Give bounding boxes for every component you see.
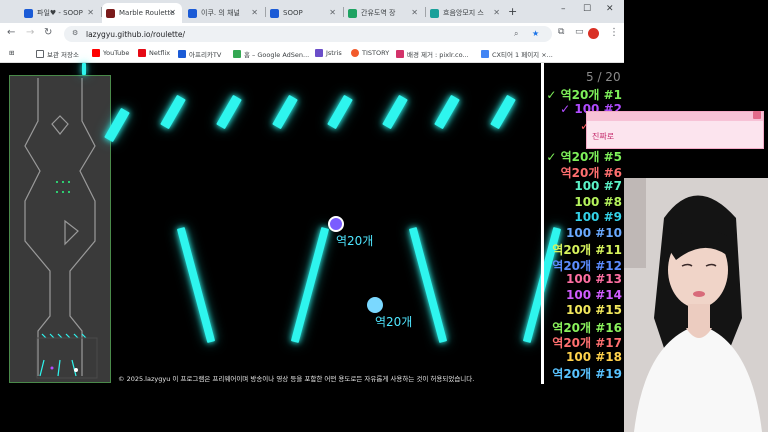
tab-soop-2[interactable]: SOOP ✕ xyxy=(266,3,342,23)
ranking-item: 역20개 #12 xyxy=(552,258,622,273)
reload-icon[interactable]: ↻ xyxy=(44,27,52,38)
tab-label: 이쿠. 의 채널 xyxy=(201,9,240,17)
jstris-icon xyxy=(315,49,323,57)
footer-copyright: © 2025.lazygyu 이 프로그램은 프리웨어이며 방송이나 영상 등을… xyxy=(118,375,475,383)
star-icon[interactable]: ★ xyxy=(532,29,539,38)
marble-label: 역20개 xyxy=(375,315,413,329)
close-icon[interactable]: ✕ xyxy=(87,8,94,17)
chat-overlay: 진짜로 xyxy=(586,111,764,149)
phone-icon xyxy=(430,8,439,18)
ranking-item: 100 #18 xyxy=(566,349,622,364)
maximize-button[interactable]: ☐ xyxy=(583,4,591,14)
ranking-item: 역20개 #16 xyxy=(552,320,622,335)
screen: 파일♥ - SOOP ✕ Marble Roulette ✕ 이쿠. 의 채널 … xyxy=(0,0,768,432)
bookmark-item[interactable]: CX티어 1 페이지 ×... xyxy=(481,49,553,59)
tab-emoji[interactable]: 흐음앙모지 스 ✕ xyxy=(426,3,506,23)
toolbar: ← → ↻ ⚙ lazygyu.github.io/roulette/ ⌕ ★ … xyxy=(0,23,624,45)
bookmark-item[interactable]: 홈 – Google AdSen... xyxy=(233,49,309,59)
webcam-overlay xyxy=(624,178,768,432)
ranking-item: 역20개 #6 xyxy=(560,165,622,180)
ranking-item: 100 #14 xyxy=(566,287,622,302)
avatar[interactable] xyxy=(588,28,599,39)
close-icon[interactable]: ✕ xyxy=(169,8,176,17)
pixlr-icon xyxy=(396,50,404,58)
winner-counter: 5 / 20 xyxy=(586,70,621,84)
bookmark-item[interactable]: 아프리카TV xyxy=(178,49,221,59)
afreeca-icon xyxy=(178,50,186,58)
finish-line xyxy=(541,63,544,384)
streamer-image xyxy=(624,178,768,432)
new-tab-button[interactable]: + xyxy=(508,5,517,18)
marble-icon xyxy=(106,8,115,18)
forward-icon[interactable]: → xyxy=(26,27,34,38)
menu-icon[interactable]: ⋮ xyxy=(609,27,619,38)
apps-icon[interactable]: ⊞ xyxy=(9,49,14,57)
soop-icon xyxy=(270,8,279,18)
doc-icon xyxy=(348,8,357,18)
ranking-item: 100 #9 xyxy=(574,210,622,224)
youtube-icon xyxy=(92,49,100,57)
url-text: lazygyu.github.io/roulette/ xyxy=(86,29,186,39)
ranking-item: 100 #7 xyxy=(574,179,622,193)
address-bar[interactable]: ⚙ lazygyu.github.io/roulette/ ⌕ ★ xyxy=(64,26,552,42)
search-icon[interactable]: ⌕ xyxy=(514,29,518,39)
ranking-item: 100 #15 xyxy=(566,303,622,317)
ranking-item: 역20개 #19 xyxy=(552,367,622,381)
bookmark-item[interactable]: TISTORY xyxy=(351,49,389,57)
ranking-item: 100 #10 xyxy=(566,225,622,240)
close-icon[interactable]: ✕ xyxy=(493,8,500,17)
ranking-item: 100 #13 xyxy=(566,272,622,286)
marble xyxy=(367,297,383,313)
site-info-icon[interactable]: ⚙ xyxy=(72,29,78,37)
ranking-item: ✓ 역20개 #5 xyxy=(546,150,622,164)
tab-label: Marble Roulette xyxy=(119,9,175,17)
adsense-icon xyxy=(233,50,241,58)
tab-label: 흐음앙모지 스 xyxy=(443,9,484,17)
tab-label: 간유도역 장 xyxy=(361,9,396,17)
minimap xyxy=(9,75,111,383)
bookmark-item[interactable]: Netflix xyxy=(138,49,170,57)
close-window-button[interactable]: ✕ xyxy=(606,4,614,14)
minimize-button[interactable]: – xyxy=(561,4,566,14)
ranking-item: 역20개 #11 xyxy=(552,243,622,257)
tab-soop-1[interactable]: 파일♥ - SOOP ✕ xyxy=(20,3,100,23)
extensions-icon[interactable]: ⧉ xyxy=(558,27,564,37)
tab-label: 파일♥ - SOOP xyxy=(37,9,83,17)
bookmark-item[interactable]: YouTube xyxy=(92,49,129,57)
tab-strip: 파일♥ - SOOP ✕ Marble Roulette ✕ 이쿠. 의 채널 … xyxy=(0,0,624,23)
obstacle xyxy=(82,63,86,75)
tab-label: SOOP xyxy=(283,9,303,17)
track-outline xyxy=(24,78,98,379)
bookmark-item[interactable]: Jstris xyxy=(315,49,342,57)
ranking-item: 역20개 #17 xyxy=(552,336,622,350)
tab-channel[interactable]: 이쿠. 의 채널 ✕ xyxy=(184,3,264,23)
soop-icon xyxy=(188,8,197,18)
tab-marble-roulette[interactable]: Marble Roulette ✕ xyxy=(102,3,182,23)
bookmark-item[interactable]: 보관 저장소 xyxy=(36,49,79,59)
close-icon[interactable]: ✕ xyxy=(411,8,418,17)
bookmark-item[interactable]: 배경 제거 : pixlr.co... xyxy=(396,49,469,59)
marble-label: 역20개 xyxy=(336,234,374,248)
ranking-item: ✓ 역20개 #1 xyxy=(546,88,622,102)
marble xyxy=(328,216,344,232)
close-icon[interactable]: ✕ xyxy=(329,8,336,17)
back-icon[interactable]: ← xyxy=(7,27,15,38)
folder-icon xyxy=(36,50,44,58)
bookmarks-bar: ⊞ 보관 저장소 YouTube Netflix 아프리카TV 홈 – Goog… xyxy=(0,45,624,63)
soop-icon xyxy=(24,8,33,18)
close-icon[interactable] xyxy=(753,111,761,119)
tab-guide[interactable]: 간유도역 장 ✕ xyxy=(344,3,424,23)
tistory-icon xyxy=(351,49,359,57)
sidepanel-icon[interactable]: ▭ xyxy=(575,27,584,37)
netflix-icon xyxy=(138,49,146,57)
close-icon[interactable]: ✕ xyxy=(251,8,258,17)
cx-icon xyxy=(481,50,489,58)
ranking-item: 100 #8 xyxy=(574,194,622,209)
chat-message: 진짜로 xyxy=(592,132,615,141)
